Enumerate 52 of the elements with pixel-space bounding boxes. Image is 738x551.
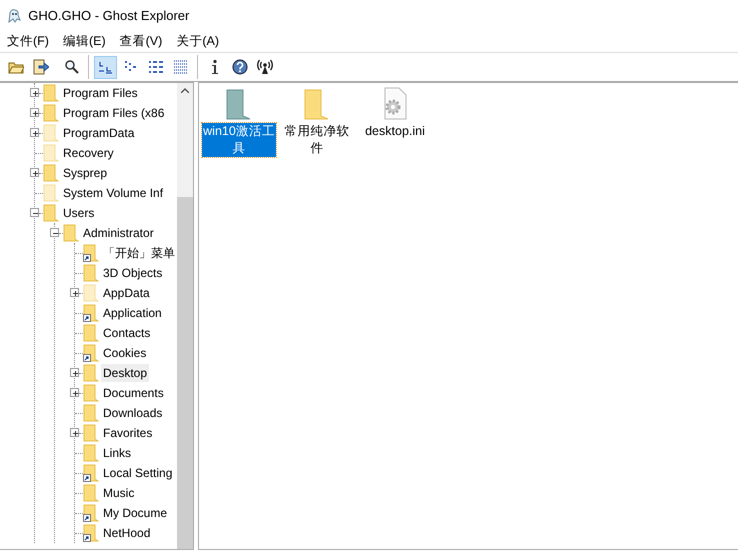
expand-icon[interactable] <box>30 108 39 117</box>
expand-icon[interactable] <box>70 368 79 377</box>
details-view-icon <box>172 59 188 75</box>
list-view-icon <box>148 59 164 75</box>
tree-item[interactable]: Program Files <box>61 84 140 102</box>
expand-icon[interactable] <box>70 388 79 397</box>
tree-item[interactable]: Users <box>61 204 96 222</box>
expand-icon[interactable] <box>30 88 39 97</box>
tree-item[interactable]: Application <box>101 304 164 322</box>
expand-icon[interactable] <box>30 168 39 177</box>
tree-item[interactable]: Cookies <box>101 344 148 362</box>
scrollbar[interactable] <box>177 83 193 549</box>
file-name[interactable]: desktop.ini <box>364 123 426 140</box>
menu-item[interactable]: 文件(F) <box>6 32 50 51</box>
tree-item[interactable]: Program Files (x86 <box>61 104 166 122</box>
tree-item[interactable]: Downloads <box>101 404 164 422</box>
large-buttons-icon[interactable] <box>94 56 117 78</box>
large-icons-icon <box>98 59 114 75</box>
tree-item[interactable]: Music <box>101 484 136 502</box>
tree-item[interactable]: Sysprep <box>61 164 110 182</box>
expand-icon[interactable] <box>30 128 39 137</box>
tree-item[interactable]: Local Setting <box>101 464 174 482</box>
tree-item[interactable]: ProgramData <box>61 124 136 142</box>
tree-item[interactable]: Administrator <box>81 224 156 242</box>
tree-item[interactable]: Documents <box>101 384 166 402</box>
file-name[interactable]: win10激活工具 <box>202 123 276 157</box>
menu-item[interactable]: 编辑(E) <box>62 32 107 51</box>
antenna-icon <box>256 59 272 75</box>
expand-icon[interactable] <box>70 288 79 297</box>
tree-item[interactable]: Desktop <box>101 364 150 382</box>
search-icon <box>64 59 80 75</box>
tree-item[interactable]: My Docume <box>101 504 170 522</box>
tree-item[interactable]: Favorites <box>101 424 154 442</box>
export-icon <box>32 59 48 75</box>
menu-item[interactable]: 关于(A) <box>175 32 220 51</box>
tree-item[interactable]: Links <box>101 444 134 462</box>
window-title: GHO.GHO - Ghost Explorer <box>28 6 190 25</box>
tree-item[interactable]: AppData <box>101 284 152 302</box>
collapse-icon[interactable] <box>30 208 39 217</box>
collapse-icon[interactable] <box>50 228 59 237</box>
expand-icon[interactable] <box>70 428 79 437</box>
help-icon <box>232 59 248 75</box>
tree-item[interactable]: Recovery <box>61 144 116 162</box>
tree-item[interactable]: NetHood <box>101 524 152 542</box>
ghost-icon <box>6 8 22 24</box>
menu-item[interactable]: 查看(V) <box>118 32 164 51</box>
file-name[interactable]: 常用纯净软件 <box>280 123 354 157</box>
tree-item[interactable]: System Volume Inf <box>61 184 166 202</box>
scroll-up-icon[interactable] <box>181 88 189 93</box>
tree-item[interactable]: 3D Objects <box>101 264 164 282</box>
tree-item[interactable]: 「开始」菜单 <box>101 244 177 262</box>
tree-item[interactable]: Contacts <box>101 324 152 342</box>
